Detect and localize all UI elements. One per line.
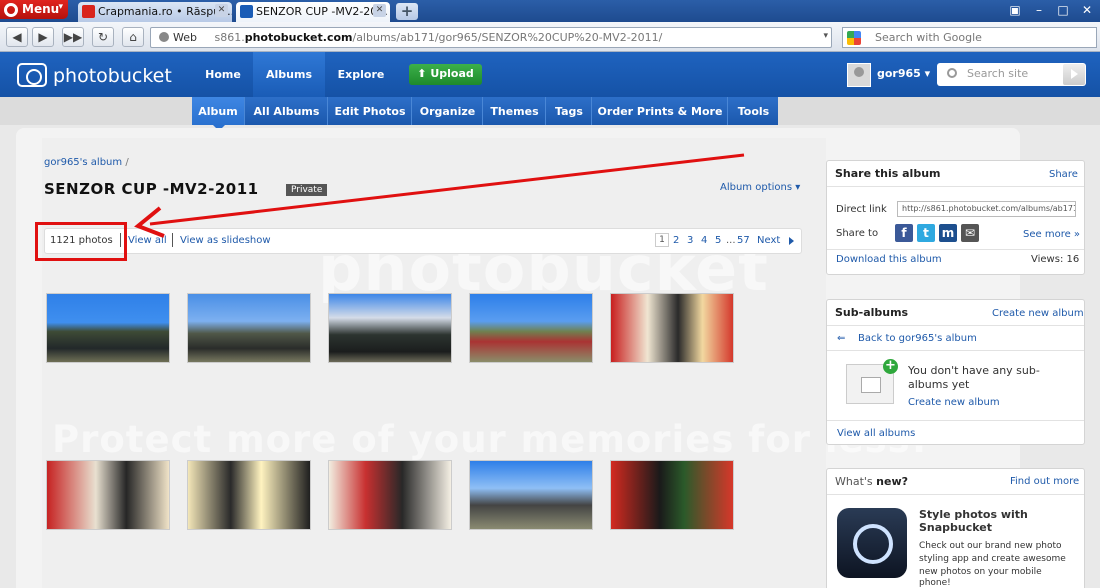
tab-themes[interactable]: Themes	[484, 97, 546, 125]
nav-explore[interactable]: Explore	[326, 52, 396, 97]
back-arrow-icon[interactable]: ⇐	[837, 333, 845, 344]
crapmania-favicon-icon	[82, 5, 95, 18]
subalbums-divider	[827, 420, 1084, 421]
photo-thumbnail[interactable]	[469, 293, 593, 363]
chevron-down-icon: ▾	[924, 67, 931, 80]
email-icon[interactable]: ✉	[961, 224, 979, 242]
photo-thumbnail[interactable]	[610, 293, 734, 363]
maximize-icon[interactable]: □	[1052, 1, 1074, 20]
chevron-down-icon[interactable]: ▾	[823, 31, 828, 41]
fast-forward-icon[interactable]: ▶▶	[62, 27, 84, 47]
promo-body-line: styling app and create awesome	[919, 554, 1066, 564]
share-to-label: Share to	[836, 228, 879, 239]
reload-icon[interactable]: ↻	[92, 27, 114, 47]
site-search-input[interactable]: Search site	[937, 63, 1086, 86]
search-go-button[interactable]	[1063, 64, 1085, 85]
address-bar: ◀ ▶ ▶▶ ↻ ⌂ Web s861.photobucket.com/albu…	[0, 22, 1100, 52]
upload-button[interactable]: ⬆ Upload	[409, 64, 482, 85]
forward-icon[interactable]: ▶	[32, 27, 54, 47]
photo-thumbnail[interactable]	[187, 460, 311, 530]
photo-thumbnail[interactable]	[187, 293, 311, 363]
window-close-icon[interactable]: ✕	[1076, 1, 1098, 20]
photo-thumbnail[interactable]	[469, 460, 593, 530]
opera-logo-icon	[4, 3, 18, 17]
home-icon[interactable]: ⌂	[122, 27, 144, 47]
myspace-icon[interactable]: m	[939, 224, 957, 242]
tab-organize[interactable]: Organize	[413, 97, 483, 125]
next-arrow-icon[interactable]	[789, 237, 794, 245]
tab-all-albums[interactable]: All Albums	[246, 97, 328, 125]
next-page-link[interactable]: Next	[757, 235, 780, 246]
browser-menu-button[interactable]: Menu ▾	[0, 0, 68, 19]
photo-thumbnail[interactable]	[328, 293, 452, 363]
promo-body-line: Check out our brand new photo	[919, 541, 1062, 551]
create-album-link-2[interactable]: Create new album	[908, 397, 1000, 408]
tab-tags[interactable]: Tags	[547, 97, 592, 125]
empty-subalbums-text-1: You don't have any sub-	[908, 364, 1040, 377]
browser-search-input[interactable]: Search with Google	[842, 27, 1097, 48]
photobucket-logo[interactable]: photobucket	[17, 61, 172, 89]
close-icon[interactable]: ✕	[215, 4, 228, 17]
direct-link-label: Direct link	[836, 204, 887, 215]
promo-title-1: Style photos with	[919, 508, 1028, 521]
back-icon[interactable]: ◀	[6, 27, 28, 47]
search-icon	[947, 68, 957, 78]
breadcrumb-link[interactable]: gor965's album	[44, 157, 122, 168]
browser-tab-crapmania[interactable]: Crapmania.ro • Răspun... ✕	[78, 2, 232, 22]
photo-thumbnail[interactable]	[328, 460, 452, 530]
snapbucket-app-icon[interactable]	[837, 508, 907, 578]
watermark-protect: Protect more of your memories for less!	[52, 418, 929, 461]
minimize-icon[interactable]: –	[1028, 1, 1050, 20]
nav-albums[interactable]: Albums	[253, 52, 325, 97]
twitter-icon[interactable]: t	[917, 224, 935, 242]
share-card-header: Share this album	[827, 161, 1084, 187]
view-count: Views: 16	[1031, 254, 1080, 265]
site-header: photobucket Home Albums Explore ⬆ Upload…	[0, 52, 1100, 97]
google-icon	[847, 31, 861, 45]
facebook-icon[interactable]: f	[895, 224, 913, 242]
empty-subalbums-text-2: albums yet	[908, 378, 970, 391]
close-icon[interactable]: ✕	[373, 4, 386, 17]
annotation-highlight-box	[35, 222, 127, 261]
plus-icon[interactable]: +	[883, 359, 898, 374]
camera-logo-icon	[17, 63, 47, 87]
promo-title-2: Snapbucket	[919, 521, 993, 534]
url-input[interactable]: Web s861.photobucket.com/albums/ab171/go…	[150, 27, 832, 48]
share-link[interactable]: Share	[1049, 169, 1078, 180]
avatar[interactable]	[847, 63, 871, 87]
annotation-arrow	[134, 153, 745, 238]
direct-link-field[interactable]: http://s861.photobucket.com/albums/ab171…	[897, 201, 1076, 217]
promo-body-line: new photos on your mobile	[919, 567, 1042, 577]
create-album-link[interactable]: Create new album	[992, 308, 1084, 319]
promo-body-line: phone!	[919, 578, 951, 588]
breadcrumb: gor965's album /	[44, 157, 129, 168]
nav-home[interactable]: Home	[194, 52, 252, 97]
photobucket-favicon-icon	[240, 5, 253, 18]
download-album-link[interactable]: Download this album	[836, 254, 942, 265]
chevron-down-icon: ▾	[58, 2, 63, 12]
photo-thumbnail[interactable]	[610, 460, 734, 530]
browser-tab-bar: Menu ▾ Crapmania.ro • Răspun... ✕ SENZOR…	[0, 0, 1100, 22]
album-subnav: Album All Albums Edit Photos Organize Th…	[192, 97, 778, 131]
subalbums-divider	[827, 350, 1084, 351]
user-menu[interactable]: gor965 ▾	[877, 67, 930, 80]
tab-edit-photos[interactable]: Edit Photos	[329, 97, 412, 125]
upload-arrow-icon: ⬆	[417, 67, 427, 80]
tab-order-prints[interactable]: Order Prints & More	[593, 97, 728, 125]
back-to-album-link[interactable]: Back to gor965's album	[858, 333, 977, 344]
view-all-albums-link[interactable]: View all albums	[837, 428, 915, 439]
new-tab-button[interactable]: +	[396, 3, 418, 20]
share-card-divider	[827, 249, 1084, 250]
photo-thumbnail[interactable]	[46, 460, 170, 530]
see-more-link[interactable]: See more »	[1023, 229, 1080, 240]
find-out-more-link[interactable]: Find out more	[1010, 476, 1079, 487]
browser-tab-photobucket[interactable]: SENZOR CUP -MV2-20... ✕	[236, 2, 390, 22]
photo-thumbnail[interactable]	[46, 293, 170, 363]
tab-album[interactable]: Album	[192, 97, 245, 125]
restore-icon[interactable]: ▣	[1004, 1, 1026, 20]
tab-tools[interactable]: Tools	[729, 97, 778, 125]
